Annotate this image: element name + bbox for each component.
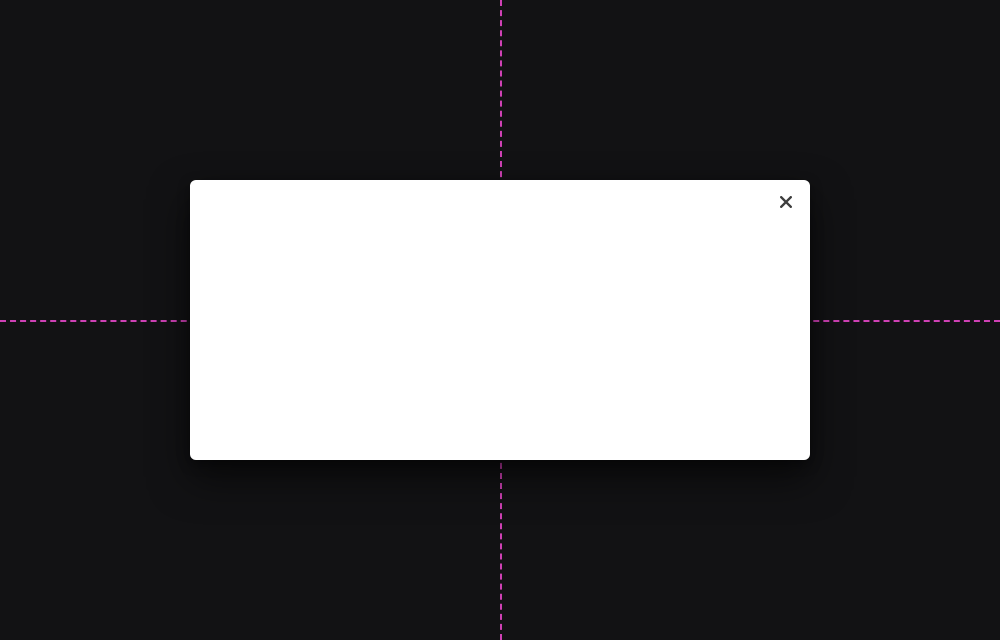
close-button[interactable] xyxy=(774,190,798,214)
close-icon xyxy=(780,196,792,208)
modal-dialog xyxy=(190,180,810,460)
